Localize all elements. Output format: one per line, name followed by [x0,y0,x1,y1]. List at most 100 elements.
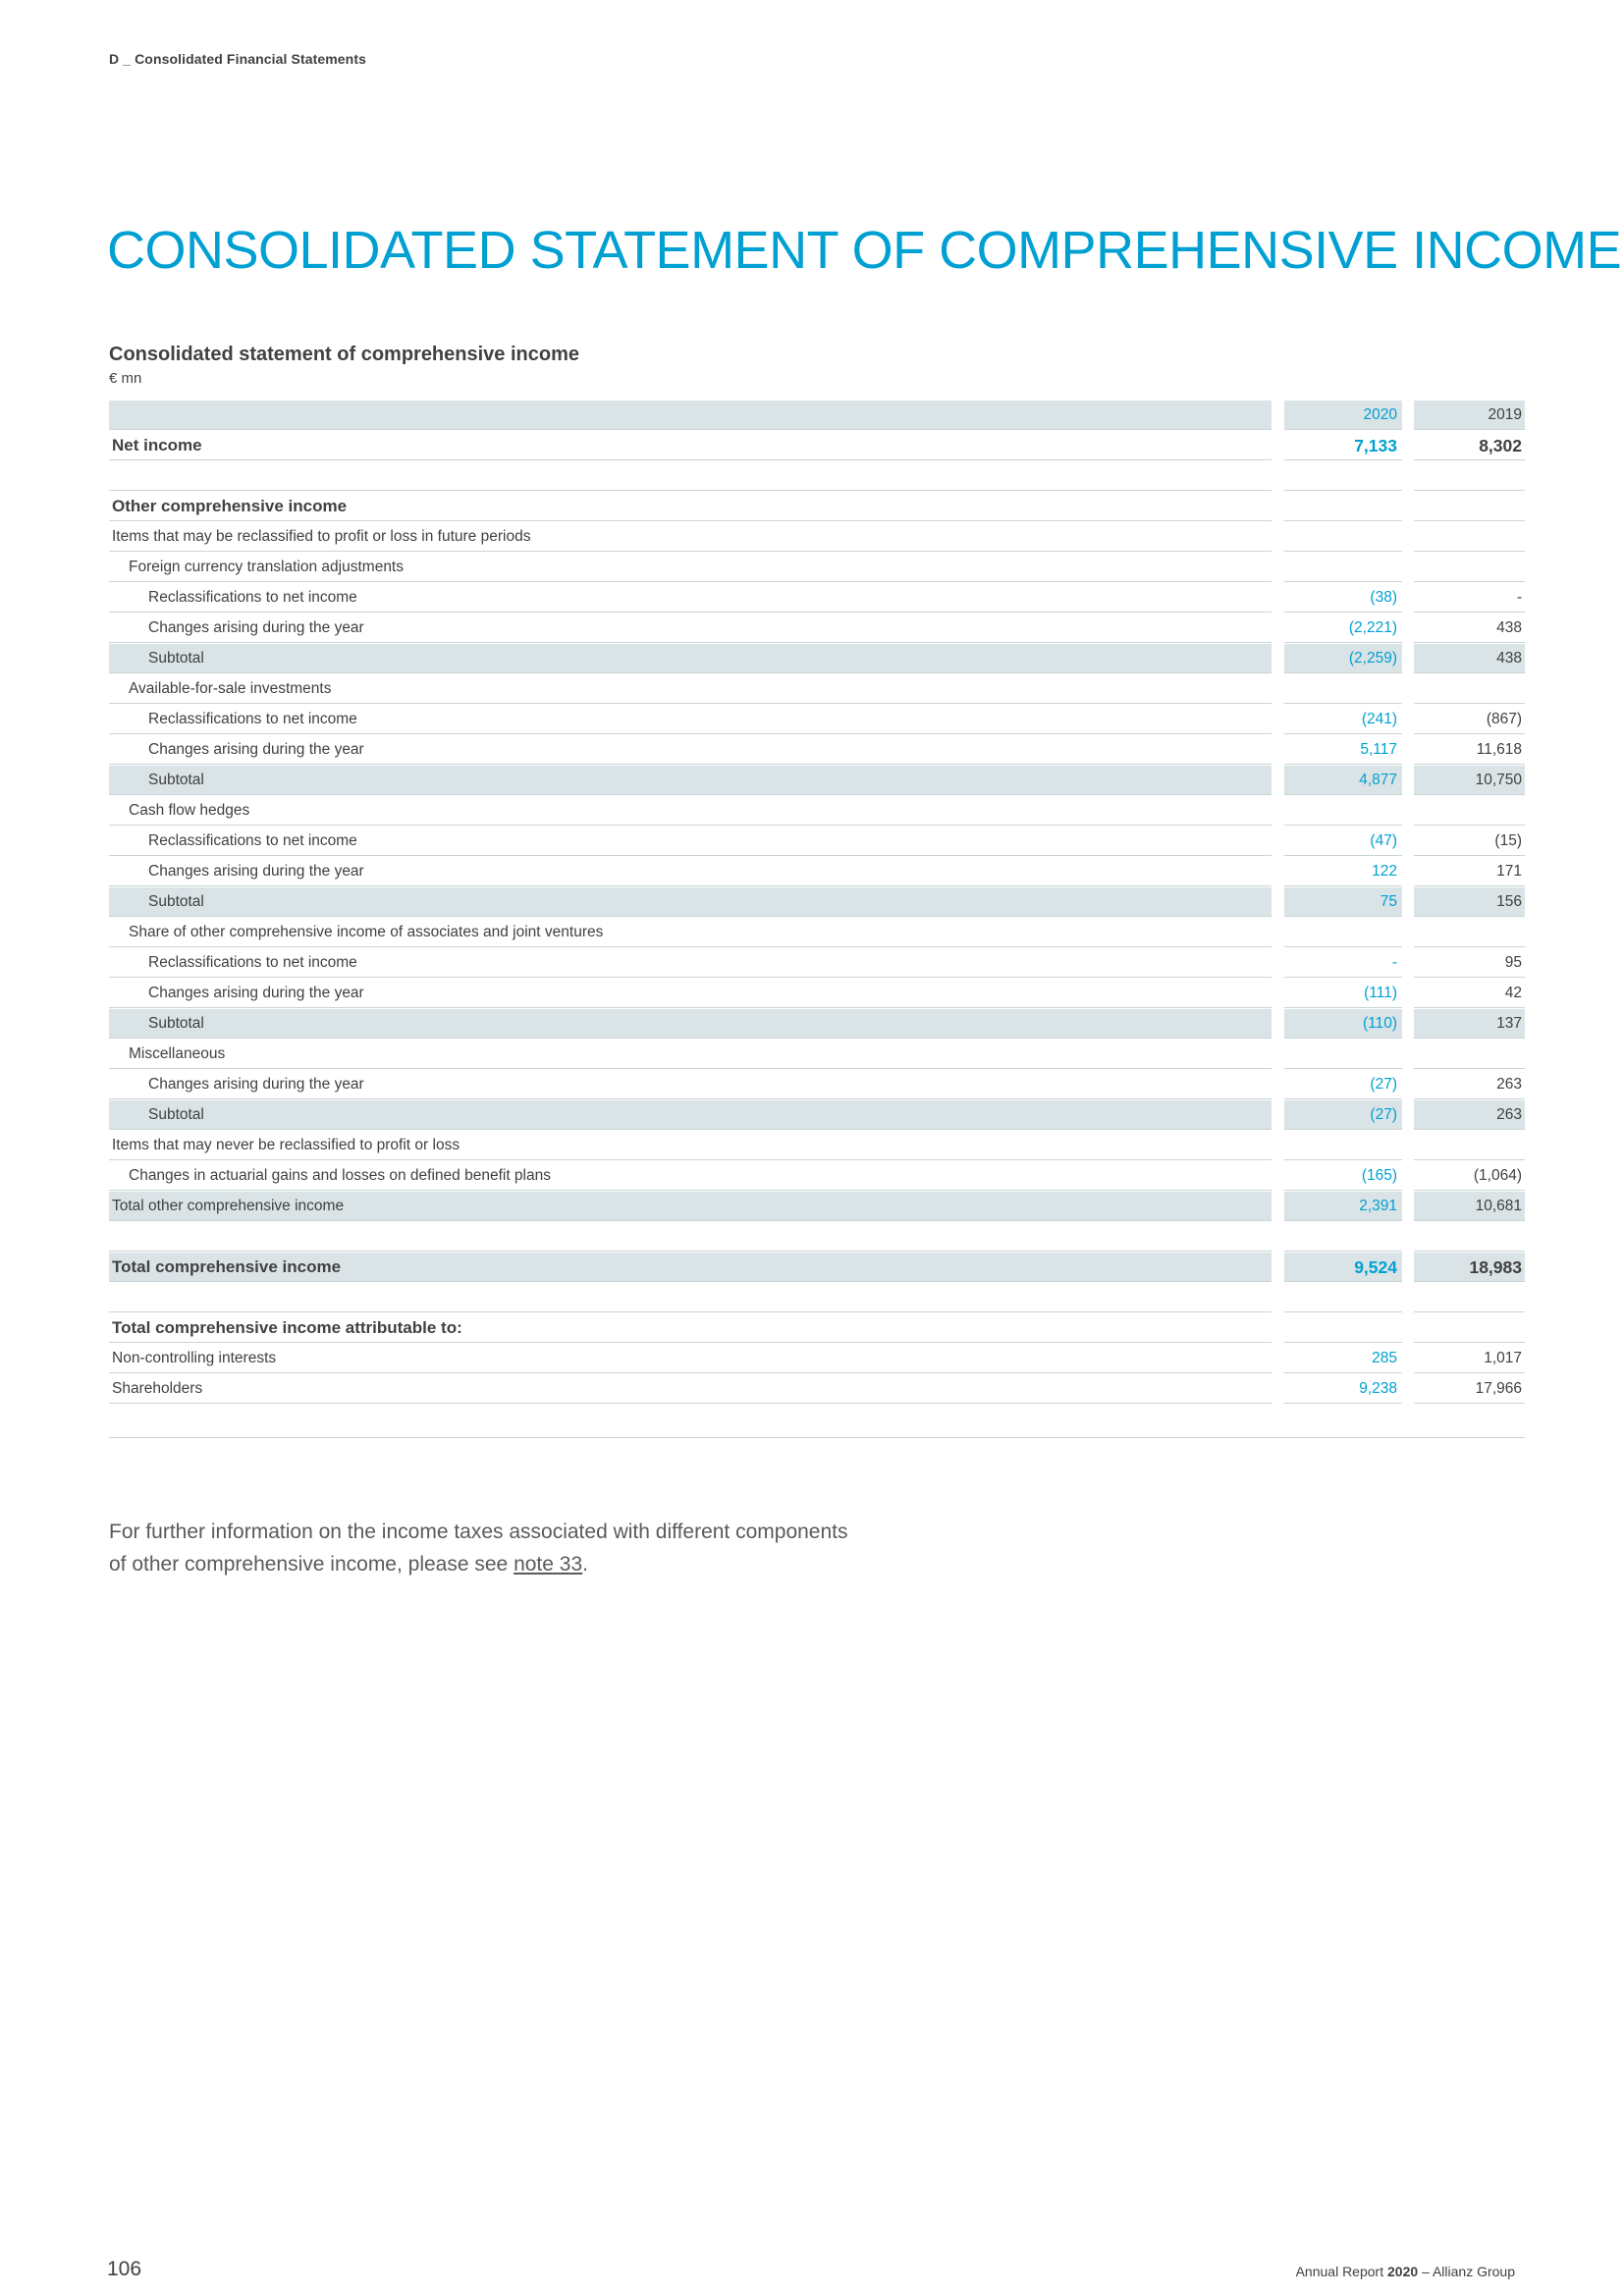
report-prefix: Annual Report [1295,2264,1387,2279]
table-row: Cash flow hedges [109,796,1525,827]
table-row: Net income 7,133 8,302 [109,431,1525,461]
value-2020 [1284,553,1402,582]
row-label: Items that may be reclassified to profit… [109,522,1272,552]
spacer-row [109,1283,1525,1313]
row-label: Reclassifications to net income [109,827,1272,856]
section-label: D _ Consolidated Financial Statements [109,51,366,67]
row-label: Changes arising during the year [109,857,1272,886]
value-2019: (1,064) [1414,1161,1525,1191]
value-2019: 171 [1414,857,1525,886]
table-row: Changes arising during the year (27) 263 [109,1070,1525,1100]
value-2020: 75 [1284,887,1402,917]
report-suffix: – Allianz Group [1418,2264,1515,2279]
table-header-row: 2020 2019 [109,400,1525,431]
table-row: Changes arising during the year (2,221) 43… [109,614,1525,644]
table-row: Items that may be reclassified to profit… [109,522,1525,553]
value-2019 [1414,674,1525,704]
row-label: Net income [109,431,1272,460]
value-2019 [1414,461,1525,491]
row-label: Reclassifications to net income [109,705,1272,734]
table-row: Non-controlling interests 285 1,017 [109,1344,1525,1374]
table-row: Items that may never be reclassified to … [109,1131,1525,1161]
row-label [109,1222,1272,1252]
table-row: Reclassifications to net income (241) (867… [109,705,1525,735]
value-2020: 4,877 [1284,766,1402,795]
value-2019: 11,618 [1414,735,1525,765]
value-2020 [1284,461,1402,491]
value-2020: 5,117 [1284,735,1402,765]
value-2020: (27) [1284,1100,1402,1130]
value-2020 [1284,674,1402,704]
table-end-rule [109,1437,1525,1438]
footnote-end: . [582,1553,588,1575]
spacer-row [109,461,1525,492]
value-2019 [1414,918,1525,947]
table-row: Changes arising during the year (111) 42 [109,979,1525,1009]
value-2019: 263 [1414,1070,1525,1099]
row-label: Total other comprehensive income [109,1192,1272,1221]
table-row: Changes in actuarial gains and losses on… [109,1161,1525,1192]
value-2019 [1414,553,1525,582]
page-title: CONSOLIDATED STATEMENT OF COMPREHENSIVE … [107,221,1622,280]
header-label-cell [109,400,1272,430]
value-2020: (110) [1284,1009,1402,1039]
table-row: Subtotal (2,259) 438 [109,644,1525,674]
value-2020 [1284,1131,1402,1160]
value-2019: 438 [1414,644,1525,673]
table-row: Foreign currency translation adjustments [109,553,1525,583]
value-2020 [1284,1222,1402,1252]
value-2019: 438 [1414,614,1525,643]
table-row: Subtotal 4,877 10,750 [109,766,1525,796]
value-2019: 18,983 [1414,1253,1525,1282]
table-row: Subtotal (27) 263 [109,1100,1525,1131]
value-2019: - [1414,583,1525,613]
value-2020: 2,391 [1284,1192,1402,1221]
row-label: Cash flow hedges [109,796,1272,826]
value-2019 [1414,492,1525,521]
value-2020: 122 [1284,857,1402,886]
value-2020: (2,221) [1284,614,1402,643]
value-2019: 10,681 [1414,1192,1525,1221]
table-row: Reclassifications to net income (47) (15) [109,827,1525,857]
value-2020 [1284,796,1402,826]
table-row: Miscellaneous [109,1040,1525,1070]
value-2019: 8,302 [1414,431,1525,460]
report-footer: Annual Report 2020 – Allianz Group [1296,2264,1515,2279]
value-2019: (15) [1414,827,1525,856]
table-row: Changes arising during the year 5,117 11,6… [109,735,1525,766]
column-header-2019: 2019 [1414,400,1525,430]
value-2019: 156 [1414,887,1525,917]
table-row: Total comprehensive income 9,524 18,983 [109,1253,1525,1283]
page-number: 106 [107,2258,142,2280]
note-33-link[interactable]: note 33 [514,1553,582,1575]
value-2019 [1414,1283,1525,1312]
value-2019 [1414,796,1525,826]
row-label: Other comprehensive income [109,492,1272,521]
footnote: For further information on the income ta… [109,1516,855,1580]
value-2019 [1414,1131,1525,1160]
value-2020: (38) [1284,583,1402,613]
value-2019 [1414,522,1525,552]
table-row: Shareholders 9,238 17,966 [109,1374,1525,1405]
value-2020: (2,259) [1284,644,1402,673]
value-2020 [1284,1313,1402,1343]
row-label: Changes in actuarial gains and losses on… [109,1161,1272,1191]
table-row: Share of other comprehensive income of a… [109,918,1525,948]
value-2020 [1284,1040,1402,1069]
value-2020: - [1284,948,1402,978]
value-2020: (111) [1284,979,1402,1008]
value-2019: (867) [1414,705,1525,734]
row-label: Changes arising during the year [109,1070,1272,1099]
row-label: Subtotal [109,766,1272,795]
row-label: Subtotal [109,887,1272,917]
table-row: Total comprehensive income attributable … [109,1313,1525,1344]
value-2019: 137 [1414,1009,1525,1039]
value-2020: 9,524 [1284,1253,1402,1282]
row-label: Share of other comprehensive income of a… [109,918,1272,947]
row-label [109,1283,1272,1312]
table-body: Net income 7,133 8,302 Other comprehensive … [109,431,1525,1405]
value-2020 [1284,918,1402,947]
value-2020 [1284,1283,1402,1312]
table-row: Changes arising during the year 122 171 [109,857,1525,887]
table-row: Total other comprehensive income 2,391 10,… [109,1192,1525,1222]
